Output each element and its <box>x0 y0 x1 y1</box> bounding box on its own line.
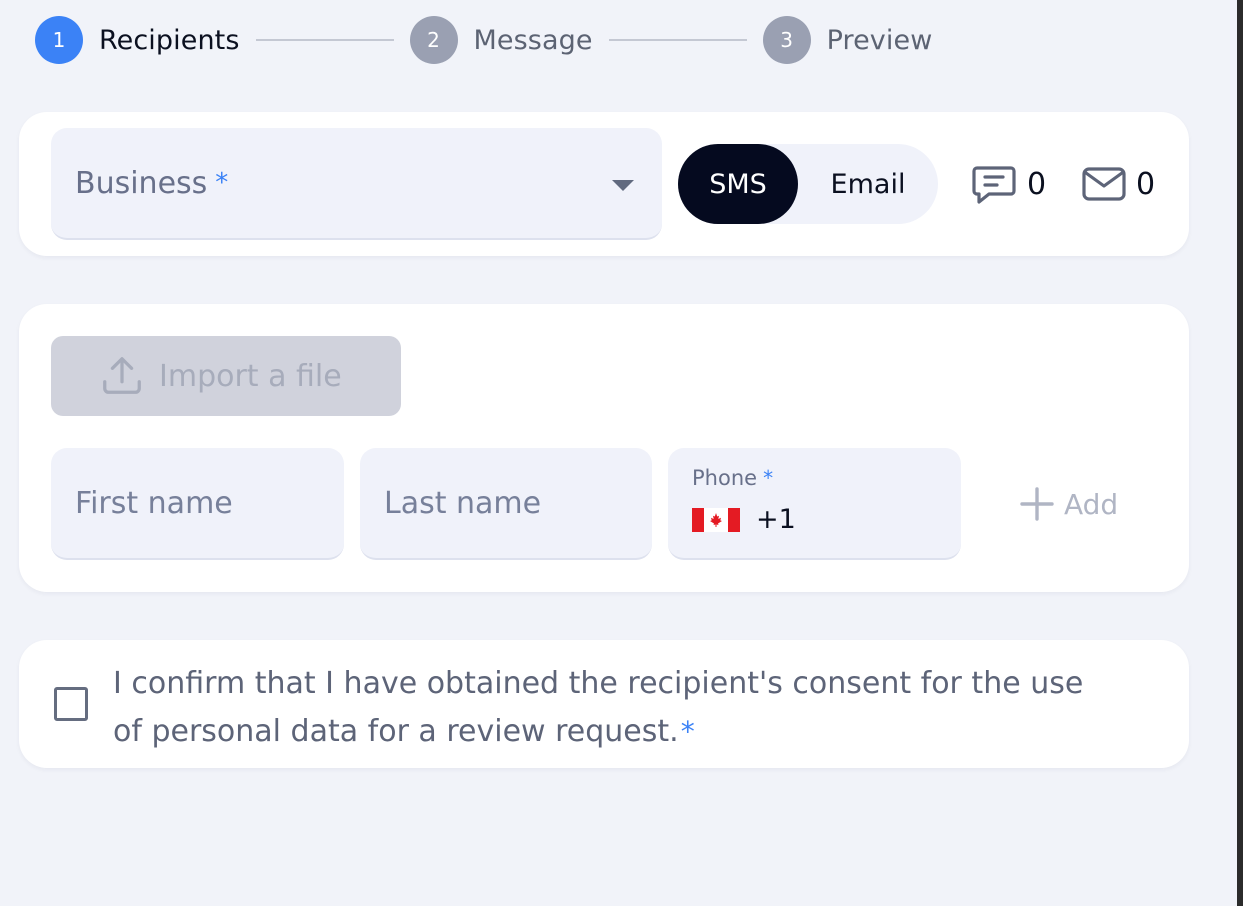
consent-checkbox[interactable] <box>54 687 88 721</box>
plus-icon <box>1020 487 1054 521</box>
sms-count: 0 <box>1027 166 1047 202</box>
business-card: Business * SMS Email 0 0 <box>19 112 1189 256</box>
step-label: Message <box>473 24 593 56</box>
phone-label: Phone * <box>692 466 773 490</box>
step-connector <box>608 39 747 41</box>
add-label: Add <box>1064 487 1119 521</box>
import-file-label: Import a file <box>159 358 342 394</box>
phone-label-text: Phone <box>692 466 758 490</box>
stepper: 1 Recipients 2 Message 3 Preview <box>35 16 932 64</box>
consent-card: I confirm that I have obtained the recip… <box>19 640 1189 768</box>
channel-toggle: SMS Email <box>678 144 938 224</box>
phone-field[interactable]: Phone * +1 <box>668 448 961 560</box>
upload-icon <box>103 357 141 394</box>
step-recipients[interactable]: 1 Recipients <box>35 16 240 64</box>
window-edge <box>1237 0 1243 906</box>
step-preview[interactable]: 3 Preview <box>762 16 933 64</box>
consent-text: I confirm that I have obtained the recip… <box>113 660 1113 756</box>
step-label: Preview <box>826 24 933 56</box>
first-name-input[interactable] <box>51 448 344 558</box>
recipient-card: Import a file Phone* +1 Add <box>19 304 1189 592</box>
phone-country-code: +1 <box>756 504 796 535</box>
step-number: 1 <box>35 16 83 64</box>
canada-flag-icon[interactable] <box>692 508 740 532</box>
business-select[interactable]: Business * <box>51 128 662 240</box>
required-mark: * <box>680 715 695 748</box>
required-mark: * <box>215 168 229 198</box>
first-name-field <box>51 448 344 560</box>
step-connector <box>255 39 394 41</box>
email-counter: 0 <box>1080 160 1155 208</box>
required-mark: * <box>763 466 774 490</box>
add-recipient-button[interactable]: Add <box>1020 480 1118 528</box>
step-label: Recipients <box>99 24 240 56</box>
step-number: 2 <box>409 16 458 64</box>
business-select-label: Business <box>75 165 208 201</box>
email-toggle-option[interactable]: Email <box>798 144 938 224</box>
email-count: 0 <box>1136 166 1156 202</box>
message-icon <box>972 166 1016 204</box>
sms-toggle-option[interactable]: SMS <box>678 144 798 224</box>
last-name-input[interactable] <box>360 448 652 558</box>
last-name-field <box>360 448 652 560</box>
mail-icon <box>1082 167 1126 201</box>
step-number: 3 <box>762 16 811 64</box>
chevron-down-icon <box>612 180 634 191</box>
import-file-button[interactable]: Import a file <box>51 336 401 416</box>
consent-text-body: I confirm that I have obtained the recip… <box>113 666 1084 749</box>
sms-counter: 0 <box>971 160 1046 208</box>
step-message[interactable]: 2 Message <box>409 16 593 64</box>
